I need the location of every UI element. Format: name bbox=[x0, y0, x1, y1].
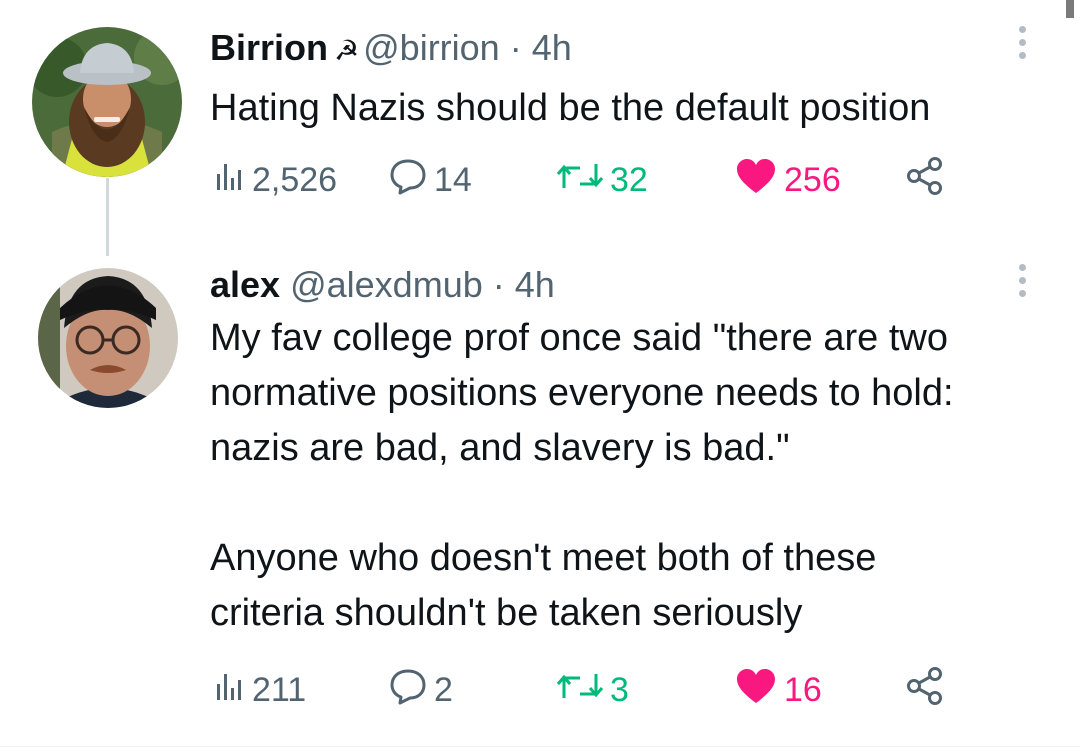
like-count: 256 bbox=[784, 160, 841, 199]
views-count: 211 bbox=[252, 670, 307, 709]
avatar[interactable] bbox=[32, 27, 182, 177]
display-name[interactable]: Birrion bbox=[210, 27, 328, 68]
bar-chart-icon bbox=[210, 158, 246, 203]
reply-count: 14 bbox=[434, 160, 472, 199]
timestamp[interactable]: 4h bbox=[515, 264, 555, 305]
separator: · bbox=[509, 27, 522, 68]
avatar[interactable] bbox=[38, 268, 178, 408]
display-name[interactable]: alex bbox=[210, 264, 280, 305]
heart-icon bbox=[734, 157, 778, 204]
more-vertical-icon[interactable] bbox=[1018, 26, 1028, 68]
views-button[interactable]: 211 bbox=[210, 668, 306, 712]
action-bar: 211 2 3 16 bbox=[210, 666, 970, 715]
thread-connector-line bbox=[106, 178, 109, 256]
share-nodes-icon bbox=[905, 666, 945, 715]
share-nodes-icon bbox=[905, 156, 945, 205]
retweet-count: 32 bbox=[610, 160, 648, 199]
share-button[interactable] bbox=[905, 666, 951, 715]
more-vertical-icon[interactable] bbox=[1018, 264, 1028, 306]
retweet-button[interactable]: 32 bbox=[556, 158, 648, 202]
retweet-count: 3 bbox=[610, 670, 629, 709]
handle[interactable]: @birrion bbox=[363, 27, 500, 68]
speech-bubble-icon bbox=[388, 667, 428, 714]
reply-button[interactable]: 2 bbox=[388, 668, 453, 712]
divider bbox=[0, 746, 1080, 747]
reply-button[interactable]: 14 bbox=[388, 158, 472, 202]
retweet-button[interactable]: 3 bbox=[556, 668, 629, 712]
speech-bubble-icon bbox=[388, 157, 428, 204]
handle[interactable]: @alexdmub bbox=[290, 264, 483, 305]
timestamp[interactable]: 4h bbox=[532, 27, 572, 68]
tweet-header: Birrion ☭ @birrion · 4h bbox=[210, 26, 1030, 73]
hammer-sickle-icon: ☭ bbox=[334, 35, 360, 66]
views-button[interactable]: 2,526 bbox=[210, 158, 337, 202]
like-button[interactable]: 256 bbox=[734, 158, 841, 202]
action-bar: 2,526 14 32 256 bbox=[210, 156, 970, 205]
reply-count: 2 bbox=[434, 670, 453, 709]
retweet-arrows-icon bbox=[556, 158, 604, 203]
like-button[interactable]: 16 bbox=[734, 668, 822, 712]
tweet-text: My fav college prof once said "there are… bbox=[210, 317, 954, 634]
retweet-arrows-icon bbox=[556, 668, 604, 713]
heart-icon bbox=[734, 667, 778, 714]
views-count: 2,526 bbox=[252, 160, 338, 199]
scrollbar-thumb[interactable] bbox=[1066, 0, 1074, 18]
bar-chart-icon bbox=[210, 668, 246, 713]
share-button[interactable] bbox=[905, 156, 951, 205]
like-count: 16 bbox=[784, 670, 822, 709]
tweet-text: Hating Nazis should be the default posit… bbox=[210, 87, 931, 129]
tweet-header: alex @alexdmub · 4h bbox=[210, 263, 1030, 307]
separator: · bbox=[492, 264, 505, 305]
